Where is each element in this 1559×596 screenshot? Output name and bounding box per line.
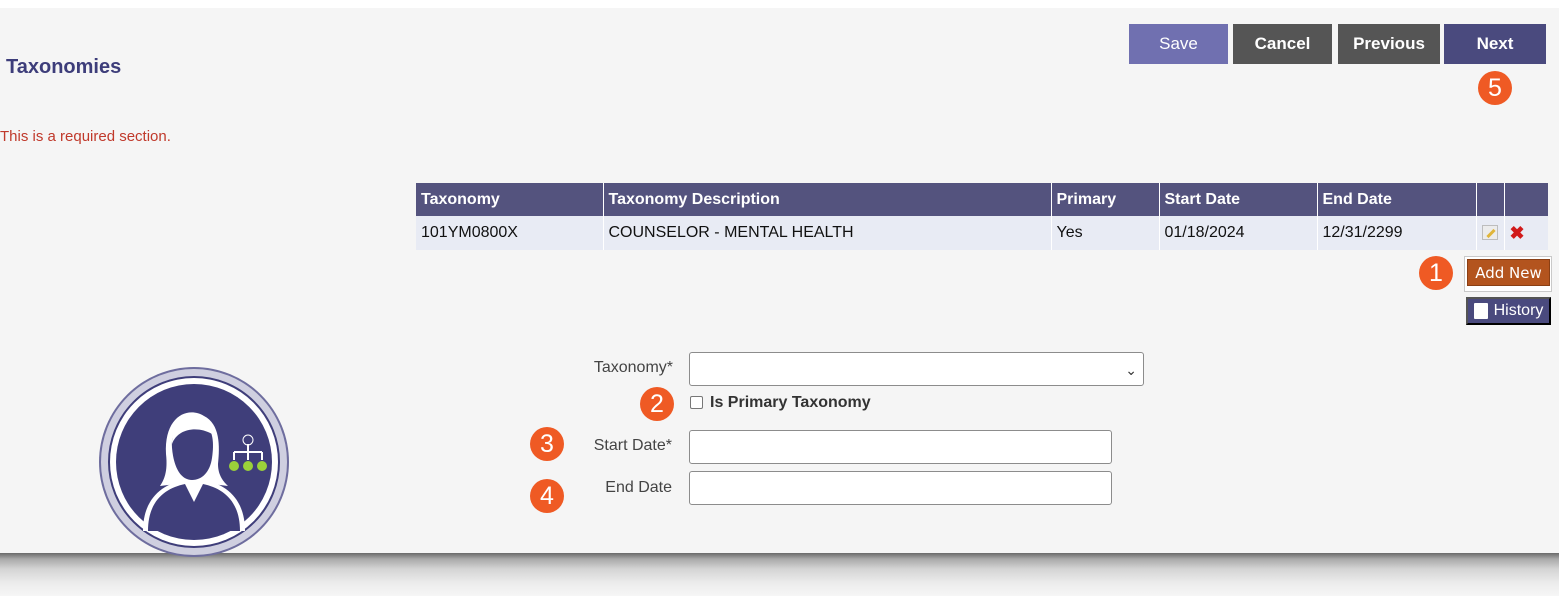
taxonomy-label: Taxonomy* [593, 359, 673, 376]
table-row[interactable]: 101YM0800X COUNSELOR - MENTAL HEALTH Yes… [416, 216, 1548, 250]
cell-start-date: 01/18/2024 [1159, 216, 1318, 250]
history-button[interactable]: History [1466, 297, 1551, 325]
section-title: Taxonomies [6, 56, 122, 78]
chevron-down-icon: ⌄ [1125, 362, 1137, 378]
bottom-shadow [0, 553, 1559, 596]
edit-icon[interactable] [1481, 225, 1498, 241]
column-header-delete [1504, 183, 1548, 216]
taxonomy-table: Taxonomy Taxonomy Description Primary St… [416, 183, 1548, 250]
primary-taxonomy-checkbox[interactable] [690, 396, 703, 409]
delete-icon[interactable]: ✖ [1510, 223, 1525, 243]
cell-edit [1476, 216, 1505, 250]
user-hierarchy-icon [101, 369, 287, 555]
table-header-row: Taxonomy Taxonomy Description Primary St… [416, 183, 1548, 216]
callout-badge-1: 1 [1419, 256, 1453, 290]
cell-end-date: 12/31/2299 [1317, 216, 1477, 250]
callout-badge-5: 5 [1478, 71, 1512, 105]
callout-badge-2: 2 [640, 387, 674, 421]
cell-description: COUNSELOR - MENTAL HEALTH [603, 216, 1052, 250]
start-date-input[interactable] [689, 430, 1112, 464]
column-header-edit [1476, 183, 1505, 216]
column-header-primary: Primary [1051, 183, 1160, 216]
save-button[interactable]: Save [1129, 24, 1228, 64]
column-header-start-date: Start Date [1159, 183, 1318, 216]
cell-delete: ✖ [1504, 216, 1548, 250]
end-date-label: End Date [605, 479, 672, 496]
primary-taxonomy-label: Is Primary Taxonomy [710, 394, 871, 411]
previous-button[interactable]: Previous [1338, 24, 1440, 64]
add-new-button[interactable]: Add New [1467, 259, 1550, 286]
column-header-description: Taxonomy Description [603, 183, 1052, 216]
book-icon [1473, 303, 1488, 319]
required-notice: This is a required section. [0, 128, 171, 145]
taxonomy-select[interactable]: ⌄ [689, 352, 1144, 386]
cell-taxonomy: 101YM0800X [416, 216, 604, 250]
cancel-button[interactable]: Cancel [1233, 24, 1332, 64]
start-date-label: Start Date* [593, 437, 672, 454]
next-button[interactable]: Next [1444, 24, 1546, 64]
cell-primary: Yes [1051, 216, 1160, 250]
column-header-taxonomy: Taxonomy [416, 183, 604, 216]
column-header-end-date: End Date [1317, 183, 1477, 216]
history-label: History [1493, 302, 1544, 319]
end-date-input[interactable] [689, 471, 1112, 505]
